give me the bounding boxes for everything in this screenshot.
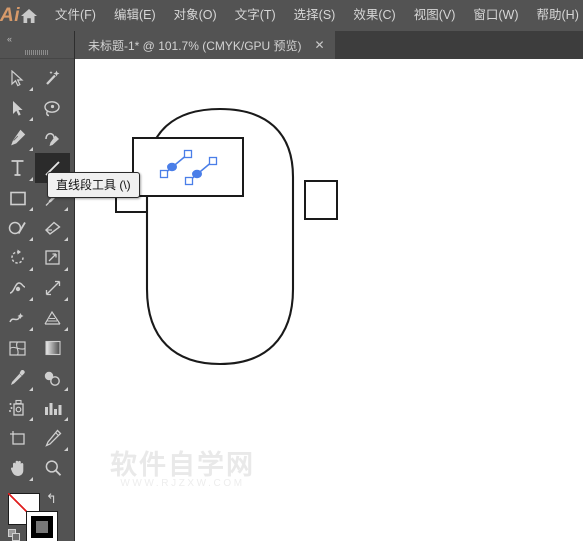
mesh-tool[interactable] bbox=[0, 333, 35, 363]
tool-expand-corner bbox=[64, 417, 68, 421]
tool-expand-corner bbox=[29, 207, 33, 211]
eraser-tool[interactable] bbox=[35, 213, 70, 243]
menu-edit[interactable]: 编辑(E) bbox=[105, 0, 165, 31]
column-graph-tool[interactable] bbox=[35, 393, 70, 423]
tool-expand-corner bbox=[64, 297, 68, 301]
tool-expand-corner bbox=[29, 387, 33, 391]
tool-expand-corner bbox=[64, 237, 68, 241]
menu-window[interactable]: 窗口(W) bbox=[464, 0, 527, 31]
tool-expand-corner bbox=[29, 327, 33, 331]
tool-expand-corner bbox=[29, 297, 33, 301]
menu-type[interactable]: 文字(T) bbox=[226, 0, 285, 31]
watermark-sub: WWW.RJZXW.COM bbox=[120, 478, 245, 490]
slice-tool[interactable] bbox=[35, 423, 70, 453]
menu-view[interactable]: 视图(V) bbox=[405, 0, 465, 31]
tool-expand-corner bbox=[29, 237, 33, 241]
app-logo: Ai bbox=[0, 4, 20, 26]
shape-builder-tool[interactable] bbox=[0, 303, 35, 333]
artboard-tool[interactable] bbox=[0, 423, 35, 453]
collapse-panel-button[interactable]: « bbox=[0, 31, 74, 46]
type-tool[interactable] bbox=[0, 153, 35, 183]
perspective-grid-tool[interactable] bbox=[35, 303, 70, 333]
shaper-tool[interactable] bbox=[0, 213, 35, 243]
menu-item-list: 文件(F) 编辑(E) 对象(O) 文字(T) 选择(S) 效果(C) 视图(V… bbox=[46, 0, 583, 31]
tool-expand-corner bbox=[29, 417, 33, 421]
width-tool[interactable] bbox=[0, 273, 35, 303]
swap-fill-stroke-icon[interactable]: ↰ bbox=[46, 491, 57, 507]
document-tab-title: 未标题-1* @ 101.7% (CMYK/GPU 预览) bbox=[88, 38, 302, 53]
tool-expand-corner bbox=[29, 117, 33, 121]
lasso-tool[interactable] bbox=[35, 93, 70, 123]
zoom-tool[interactable] bbox=[35, 453, 70, 483]
symbol-sprayer-tool[interactable] bbox=[0, 393, 35, 423]
menu-effect[interactable]: 效果(C) bbox=[344, 0, 404, 31]
tool-tooltip: 直线段工具 (\) bbox=[47, 172, 140, 198]
gradient-tool[interactable] bbox=[35, 333, 70, 363]
panel-drag-handle[interactable] bbox=[0, 46, 74, 59]
hand-tool[interactable] bbox=[0, 453, 35, 483]
tool-expand-corner bbox=[29, 177, 33, 181]
tool-expand-corner bbox=[29, 477, 33, 481]
tool-grid bbox=[0, 59, 74, 483]
menu-file[interactable]: 文件(F) bbox=[46, 0, 105, 31]
tool-expand-corner bbox=[64, 447, 68, 451]
magic-wand-tool[interactable] bbox=[35, 63, 70, 93]
blend-tool[interactable] bbox=[35, 363, 70, 393]
selection-tool[interactable] bbox=[0, 63, 35, 93]
close-icon[interactable]: ✕ bbox=[313, 38, 327, 52]
rotate-tool[interactable] bbox=[0, 243, 35, 273]
curvature-tool[interactable] bbox=[35, 123, 70, 153]
direct-selection-tool[interactable] bbox=[0, 93, 35, 123]
tool-expand-corner bbox=[64, 327, 68, 331]
stroke-color-swatch[interactable] bbox=[26, 511, 58, 541]
free-transform-tool[interactable] bbox=[35, 273, 70, 303]
tool-expand-corner bbox=[64, 207, 68, 211]
eyedropper-tool[interactable] bbox=[0, 363, 35, 393]
document-canvas[interactable]: 软件自学网 WWW.RJZXW.COM bbox=[75, 59, 583, 541]
menu-help[interactable]: 帮助(H) bbox=[528, 0, 583, 31]
tool-expand-corner bbox=[29, 87, 33, 91]
default-fill-stroke-icon[interactable] bbox=[8, 529, 21, 541]
tool-expand-corner bbox=[29, 147, 33, 151]
document-tab[interactable]: 未标题-1* @ 101.7% (CMYK/GPU 预览) ✕ bbox=[75, 31, 335, 59]
document-tab-bar: 未标题-1* @ 101.7% (CMYK/GPU 预览) ✕ bbox=[75, 31, 583, 59]
watermark: 软件自学网 WWW.RJZXW.COM bbox=[110, 451, 255, 490]
watermark-main: 软件自学网 bbox=[110, 450, 255, 480]
tool-expand-corner bbox=[64, 387, 68, 391]
pen-tool[interactable] bbox=[0, 123, 35, 153]
menu-bar: Ai 文件(F) 编辑(E) 对象(O) 文字(T) 选择(S) 效果(C) 视… bbox=[0, 0, 583, 31]
rectangle-tool[interactable] bbox=[0, 183, 35, 213]
color-controls: ↰ bbox=[0, 489, 74, 541]
tools-panel: « ↰ bbox=[0, 31, 75, 541]
illustrator-window: Ai 文件(F) 编辑(E) 对象(O) 文字(T) 选择(S) 效果(C) 视… bbox=[0, 0, 583, 541]
menu-object[interactable]: 对象(O) bbox=[165, 0, 226, 31]
scale-tool[interactable] bbox=[35, 243, 70, 273]
menu-select[interactable]: 选择(S) bbox=[285, 0, 345, 31]
tool-expand-corner bbox=[29, 267, 33, 271]
home-icon[interactable] bbox=[20, 0, 38, 31]
tool-expand-corner bbox=[64, 267, 68, 271]
